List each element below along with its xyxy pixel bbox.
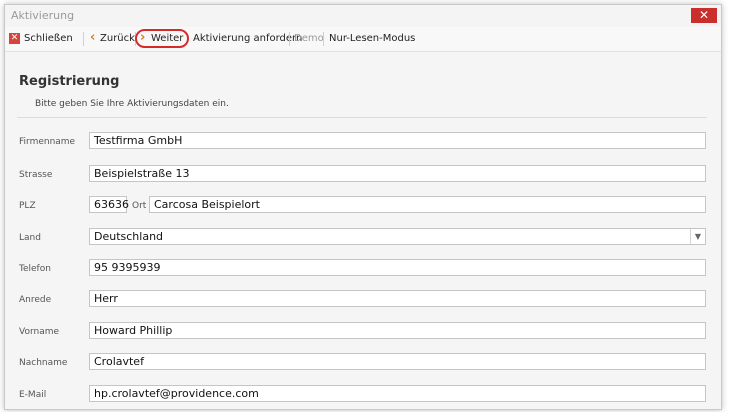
strasse-label: Strasse bbox=[19, 170, 53, 180]
close-button[interactable]: Schließen bbox=[24, 33, 73, 44]
readonly-mode-button[interactable]: Nur-Lesen-Modus bbox=[329, 33, 415, 44]
anrede-field[interactable]: Herr bbox=[89, 290, 706, 307]
window-title: Aktivierung bbox=[11, 9, 75, 22]
chevron-right-icon: › bbox=[140, 30, 146, 45]
back-button[interactable]: Zurück bbox=[100, 33, 135, 44]
page-title: Registrierung bbox=[19, 74, 120, 89]
toolbar-separator bbox=[83, 32, 84, 46]
land-select-value: Deutschland bbox=[94, 230, 164, 243]
toolbar: ✕ Schließen ‹ Zurück › Weiter Aktivierun… bbox=[5, 27, 721, 52]
vorname-label: Vorname bbox=[19, 327, 60, 337]
close-icon: ✕ bbox=[9, 33, 20, 44]
vorname-field[interactable]: Howard Phillip bbox=[89, 322, 706, 339]
nachname-label: Nachname bbox=[19, 358, 68, 368]
email-label: E-Mail bbox=[19, 390, 47, 400]
plz-field[interactable]: 63636 bbox=[89, 196, 129, 213]
page-subtitle: Bitte geben Sie Ihre Aktivierungsdaten e… bbox=[35, 99, 229, 109]
activation-window: Aktivierung ✕ ✕ Schließen ‹ Zurück › Wei… bbox=[4, 4, 722, 410]
window-close-button[interactable]: ✕ bbox=[691, 8, 717, 23]
toolbar-separator bbox=[323, 32, 324, 46]
chevron-down-icon[interactable]: ▼ bbox=[690, 229, 705, 244]
demo-button[interactable]: Demo bbox=[294, 33, 324, 44]
ort-field[interactable]: Carcosa Beispielort bbox=[149, 196, 706, 213]
plz-label: PLZ bbox=[19, 201, 36, 211]
request-activation-button[interactable]: Aktivierung anfordern bbox=[193, 33, 302, 44]
telefon-label: Telefon bbox=[19, 264, 51, 274]
ort-label: Ort bbox=[132, 201, 147, 211]
land-label: Land bbox=[19, 233, 41, 243]
anrede-label: Anrede bbox=[19, 295, 52, 305]
registration-panel: Registrierung Bitte geben Sie Ihre Aktiv… bbox=[5, 52, 721, 409]
email-field[interactable]: hp.crolavtef@providence.com bbox=[89, 385, 706, 402]
strasse-field[interactable]: Beispielstraße 13 bbox=[89, 165, 706, 182]
nachname-field[interactable]: Crolavtef bbox=[89, 353, 706, 370]
land-select[interactable]: Deutschland ▼ bbox=[89, 228, 706, 245]
toolbar-separator bbox=[289, 32, 290, 46]
divider bbox=[17, 117, 707, 118]
next-button[interactable]: Weiter bbox=[151, 33, 183, 44]
firmenname-field[interactable]: Testfirma GmbH bbox=[89, 132, 706, 149]
telefon-field[interactable]: 95 9395939 bbox=[89, 259, 706, 276]
title-bar: Aktivierung ✕ bbox=[5, 5, 721, 27]
chevron-left-icon: ‹ bbox=[90, 30, 96, 45]
firmenname-label: Firmenname bbox=[19, 137, 76, 147]
